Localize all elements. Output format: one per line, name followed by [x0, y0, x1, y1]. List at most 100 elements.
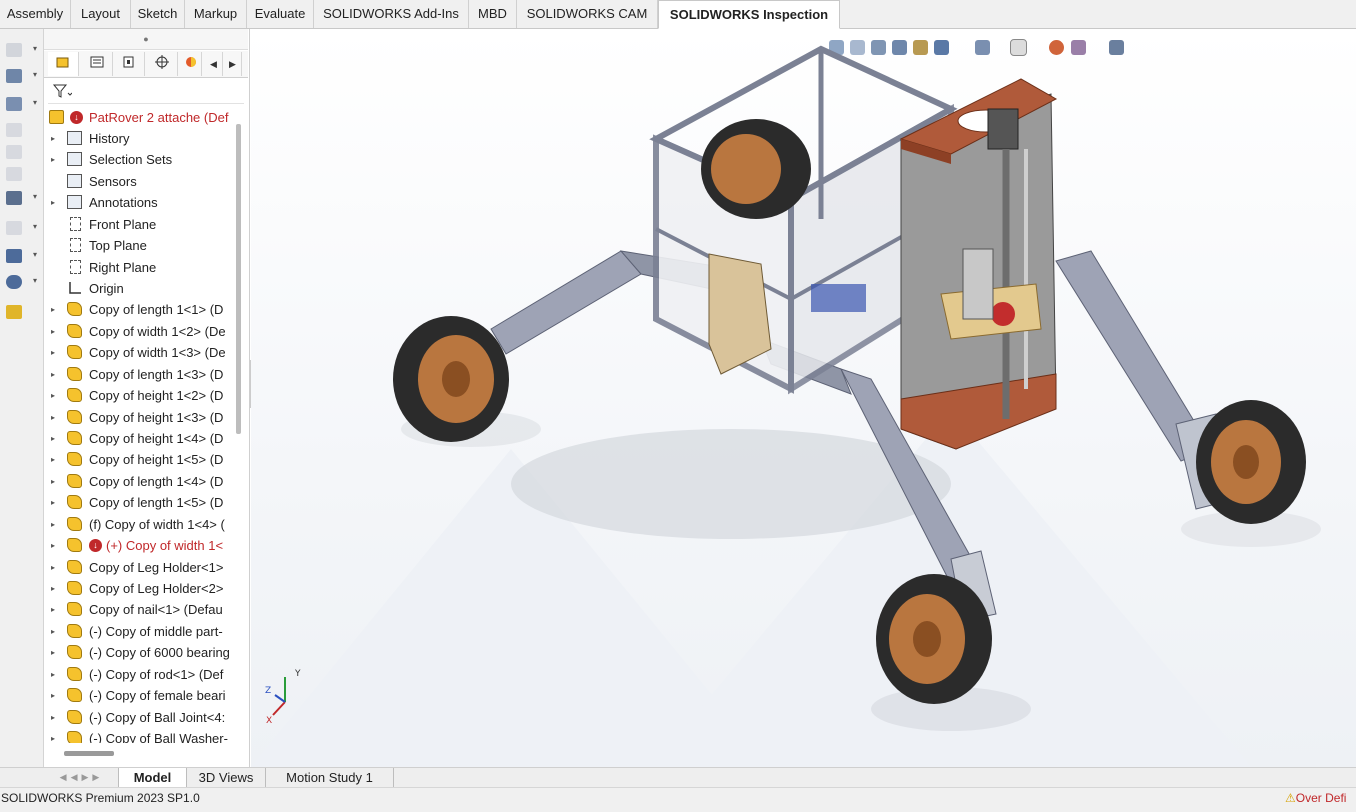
- tree-item[interactable]: ▸ Copy of height 1<3> (D: [44, 407, 240, 428]
- expand-arrow-icon[interactable]: ▸: [51, 578, 55, 599]
- tab-scroll-right-icon[interactable]: ▶: [224, 52, 242, 76]
- expand-arrow-icon[interactable]: ▸: [51, 385, 55, 406]
- tree-item[interactable]: ▸ (-) Copy of middle part-: [44, 621, 240, 642]
- tab-sketch[interactable]: Sketch: [131, 0, 185, 28]
- tree-item[interactable]: ▸ Copy of length 1<3> (D: [44, 364, 240, 385]
- tab-solidworks-inspection[interactable]: SOLIDWORKS Inspection: [658, 0, 840, 29]
- tree-item[interactable]: ▸ Copy of width 1<2> (De: [44, 321, 240, 342]
- insert-component-icon[interactable]: [6, 43, 22, 57]
- tab-solidworks-cam[interactable]: SOLIDWORKS CAM: [517, 0, 658, 28]
- expand-arrow-icon[interactable]: ▸: [51, 535, 55, 556]
- tab-mbd[interactable]: MBD: [469, 0, 517, 28]
- tab-navigation-arrows-icon[interactable]: ◀◀▶▶: [45, 768, 119, 787]
- tree-item[interactable]: ▸ Copy of nail<1> (Defau: [44, 599, 240, 620]
- tree-item[interactable]: ▸ ↓ (+) Copy of width 1<: [44, 535, 240, 556]
- chevron-down-icon[interactable]: ▾: [33, 276, 37, 285]
- expand-arrow-icon[interactable]: ▸: [51, 449, 55, 470]
- tab-evaluate[interactable]: Evaluate: [247, 0, 314, 28]
- featuremanager-tab-icon[interactable]: [48, 52, 79, 76]
- chevron-down-icon[interactable]: ▾: [33, 222, 37, 231]
- tree-item[interactable]: ▸ Selection Sets: [44, 149, 240, 170]
- expand-arrow-icon[interactable]: ▸: [51, 128, 55, 149]
- move-component-icon[interactable]: [6, 167, 22, 181]
- tree-item[interactable]: ▸ (-) Copy of rod<1> (Def: [44, 664, 240, 685]
- expand-arrow-icon[interactable]: ▸: [51, 364, 55, 385]
- expand-arrow-icon[interactable]: ▸: [51, 599, 55, 620]
- tab-markup[interactable]: Markup: [185, 0, 247, 28]
- tree-item[interactable]: ▸ Copy of length 1<5> (D: [44, 492, 240, 513]
- expand-arrow-icon[interactable]: ▸: [51, 299, 55, 320]
- tree-item[interactable]: ▸ Copy of height 1<5> (D: [44, 449, 240, 470]
- tree-vertical-scrollbar[interactable]: [236, 124, 241, 434]
- component-preview-icon[interactable]: [6, 97, 22, 111]
- tree-item[interactable]: ▸ History: [44, 128, 240, 149]
- new-motion-study-icon[interactable]: [6, 275, 22, 289]
- tree-item[interactable]: ▸ Annotations: [44, 192, 240, 213]
- configurationmanager-tab-icon[interactable]: [114, 52, 145, 76]
- chevron-down-icon[interactable]: ▾: [33, 192, 37, 201]
- displaymanager-tab-icon[interactable]: [180, 52, 202, 76]
- expand-arrow-icon[interactable]: ▸: [51, 321, 55, 342]
- expand-arrow-icon[interactable]: ▸: [51, 492, 55, 513]
- tree-item[interactable]: Right Plane: [44, 257, 240, 278]
- expand-arrow-icon[interactable]: ▸: [51, 471, 55, 492]
- tree-horizontal-scrollbar[interactable]: [64, 751, 114, 756]
- dimxpertmanager-tab-icon[interactable]: [147, 52, 178, 76]
- expand-arrow-icon[interactable]: ▸: [51, 664, 55, 685]
- expand-arrow-icon[interactable]: ▸: [51, 149, 55, 170]
- tab-layout[interactable]: Layout: [71, 0, 131, 28]
- expand-arrow-icon[interactable]: ▸: [51, 192, 55, 213]
- graphics-viewport[interactable]: Y X Z: [251, 29, 1356, 767]
- propertymanager-tab-icon[interactable]: [82, 52, 113, 76]
- tree-item[interactable]: ▸ Copy of Leg Holder<1>: [44, 557, 240, 578]
- tree-item[interactable]: ▸ Copy of length 1<4> (D: [44, 471, 240, 492]
- tab-assembly[interactable]: Assembly: [0, 0, 71, 28]
- status-definition-warning[interactable]: ⚠Over Defi: [1285, 791, 1346, 805]
- tree-item[interactable]: ▸ Copy of width 1<3> (De: [44, 342, 240, 363]
- expand-arrow-icon[interactable]: ▸: [51, 642, 55, 663]
- panel-collapse-handle[interactable]: ●: [44, 29, 248, 50]
- tree-root-assembly[interactable]: ↓ PatRover 2 attache (Def: [44, 107, 240, 128]
- tree-item[interactable]: Top Plane: [44, 235, 240, 256]
- tree-item[interactable]: ▸ (-) Copy of female beari: [44, 685, 240, 706]
- chevron-down-icon[interactable]: ▾: [33, 250, 37, 259]
- bill-of-materials-icon[interactable]: [6, 305, 22, 319]
- show-hidden-components-icon[interactable]: [6, 191, 22, 205]
- tree-item[interactable]: ▸ (-) Copy of 6000 bearing: [44, 642, 240, 663]
- filter-icon[interactable]: [52, 83, 72, 99]
- mate-icon[interactable]: [6, 69, 22, 83]
- tab-solidworks-add-ins[interactable]: SOLIDWORKS Add-Ins: [314, 0, 469, 28]
- chevron-down-icon[interactable]: ▾: [33, 70, 37, 79]
- expand-arrow-icon[interactable]: ▸: [51, 707, 55, 728]
- tree-item[interactable]: ▸ Copy of height 1<4> (D: [44, 428, 240, 449]
- expand-arrow-icon[interactable]: ▸: [51, 621, 55, 642]
- tree-item[interactable]: Front Plane: [44, 214, 240, 235]
- chevron-down-icon[interactable]: ▾: [33, 44, 37, 53]
- rover-3d-model[interactable]: [251, 29, 1356, 767]
- tab-3d-views[interactable]: 3D Views: [187, 768, 266, 787]
- assembly-features-icon[interactable]: [6, 221, 22, 235]
- expand-arrow-icon[interactable]: ▸: [51, 407, 55, 428]
- linear-pattern-icon[interactable]: [6, 123, 22, 137]
- chevron-down-icon[interactable]: ▾: [33, 98, 37, 107]
- tree-item[interactable]: ▸ Copy of Leg Holder<2>: [44, 578, 240, 599]
- tab-motion-study-1[interactable]: Motion Study 1: [266, 768, 394, 787]
- tree-item[interactable]: ▸ (f) Copy of width 1<4> (: [44, 514, 240, 535]
- tab-model[interactable]: Model: [119, 768, 187, 787]
- expand-arrow-icon[interactable]: ▸: [51, 428, 55, 449]
- expand-arrow-icon[interactable]: ▸: [51, 514, 55, 535]
- tree-item[interactable]: ▸ Copy of height 1<2> (D: [44, 385, 240, 406]
- expand-arrow-icon[interactable]: ▸: [51, 342, 55, 363]
- expand-arrow-icon[interactable]: ▸: [51, 557, 55, 578]
- tree-item[interactable]: Origin: [44, 278, 240, 299]
- expand-arrow-icon[interactable]: ▸: [51, 728, 55, 743]
- smart-fasteners-icon[interactable]: [6, 145, 22, 159]
- filter-bar[interactable]: [48, 79, 244, 104]
- tree-item[interactable]: ▸ Copy of length 1<1> (D: [44, 299, 240, 320]
- tree-item[interactable]: ▸ (-) Copy of Ball Washer-: [44, 728, 240, 743]
- tree-item[interactable]: Sensors: [44, 171, 240, 192]
- expand-arrow-icon[interactable]: ▸: [51, 685, 55, 706]
- tab-scroll-left-icon[interactable]: ◀: [205, 52, 223, 76]
- tree-item[interactable]: ▸ (-) Copy of Ball Joint<4:: [44, 707, 240, 728]
- reference-geometry-icon[interactable]: [6, 249, 22, 263]
